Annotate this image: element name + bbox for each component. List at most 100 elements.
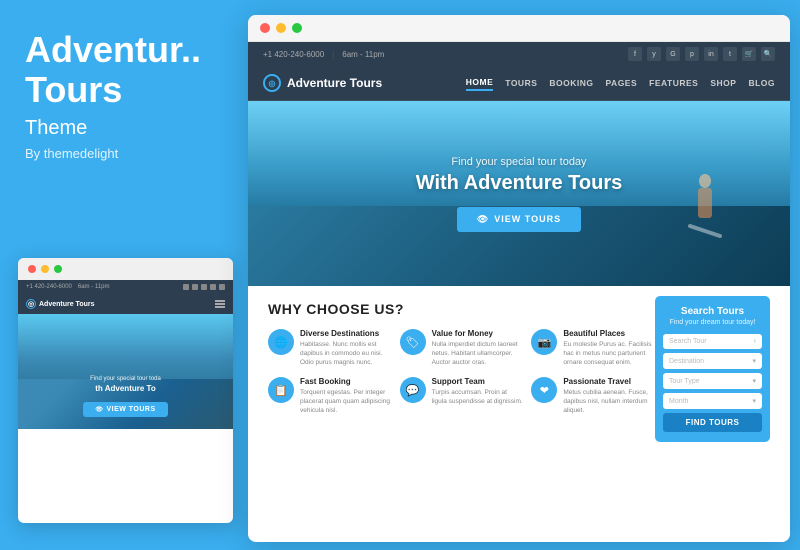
nav-pages[interactable]: PAGES [606, 76, 638, 90]
feature-name-2: Value for Money [432, 329, 524, 338]
mini-hours: 6am - 11pm [78, 284, 110, 290]
mini-social-p [210, 284, 216, 290]
feature-desc-2: Nulla imperdiet dictum laoreet netus. Ha… [432, 340, 524, 367]
cart-icon[interactable]: 🛒 [742, 47, 756, 61]
search-sidebar: Search Tours Find your dream tour today!… [655, 296, 770, 442]
site-logo-text: Adventure Tours [287, 76, 382, 90]
site-topbar-contact: +1 420-240-6000 | 6am - 11pm [263, 50, 384, 59]
feature-desc-6: Metus cubilia aenean. Fusce, dapibus nis… [563, 388, 655, 415]
find-tours-button[interactable]: FIND TOURS [663, 413, 762, 432]
search-tour-arrow: › [754, 338, 756, 345]
feature-diverse-destinations: 🌐 Diverse Destinations Habitasse. Nunc m… [268, 329, 392, 367]
feature-passionate-travel: ❤ Passionate Travel Metus cubilia aenean… [531, 377, 655, 415]
social-tumblr-icon[interactable]: t [723, 47, 737, 61]
left-panel: Adventur.. Tours Theme By themedelight +… [0, 0, 248, 550]
site-hero: Find your special tour today With Advent… [248, 101, 790, 286]
mini-hero-sub: Find your special tour toda [83, 376, 167, 382]
site-social-links: f y G p in t 🛒 🔍 [628, 47, 775, 61]
hero-text-container: Find your special tour today With Advent… [416, 156, 622, 232]
feature-beautiful-places: 📷 Beautiful Places Eu molestie Purus ac.… [531, 329, 655, 367]
nav-home[interactable]: HOME [466, 75, 494, 91]
nav-shop[interactable]: SHOP [710, 76, 736, 90]
social-facebook-icon[interactable]: f [628, 47, 642, 61]
support-team-icon: 💬 [400, 377, 426, 403]
social-twitter-icon[interactable]: y [647, 47, 661, 61]
tour-type-placeholder: Tour Type [669, 378, 700, 385]
theme-by: By themedelight [25, 146, 223, 161]
tour-type-field[interactable]: Tour Type ▾ [663, 373, 762, 389]
mini-maximize-dot [54, 265, 62, 273]
mini-minimize-dot [41, 265, 49, 273]
search-box-title: Search Tours [663, 306, 762, 317]
feature-name-3: Beautiful Places [563, 329, 655, 338]
month-arrow: ▾ [752, 397, 756, 405]
search-tours-box: Search Tours Find your dream tour today!… [655, 296, 770, 442]
site-logo-icon: ◎ [263, 74, 281, 92]
features-grid: 🌐 Diverse Destinations Habitasse. Nunc m… [268, 329, 655, 416]
feature-value-money: 🏷 Value for Money Nulla imperdiet dictum… [400, 329, 524, 367]
feature-desc-4: Torquent egestas. Per integer placerat q… [300, 388, 392, 415]
mini-view-tours-button[interactable]: VIEW TOURS [83, 402, 167, 417]
social-google-icon[interactable]: G [666, 47, 680, 61]
mini-social-t [219, 284, 225, 290]
mini-phone: +1 420-240-6000 [26, 284, 72, 290]
main-minimize-dot[interactable] [276, 23, 286, 33]
hero-view-tours-button[interactable]: 👁 VIEW TOURS [457, 207, 581, 232]
hero-subtext: Find your special tour today [416, 156, 622, 168]
site-nav-links: HOME TOURS BOOKING PAGES FEATURES SHOP B… [466, 75, 775, 91]
mini-topbar: +1 420-240-6000 6am - 11pm [18, 280, 233, 294]
social-pinterest-icon[interactable]: p [685, 47, 699, 61]
destination-placeholder: Destination [669, 358, 704, 365]
search-icon[interactable]: 🔍 [761, 47, 775, 61]
mini-social-f [183, 284, 189, 290]
month-placeholder: Month [669, 398, 688, 405]
feature-name-6: Passionate Travel [563, 377, 655, 386]
features-left: WHY CHOOSE US? 🌐 Diverse Destinations Ha… [268, 301, 655, 416]
main-maximize-dot[interactable] [292, 23, 302, 33]
feature-name-4: Fast Booking [300, 377, 392, 386]
mini-social-g [201, 284, 207, 290]
mini-topbar-left: +1 420-240-6000 6am - 11pm [26, 284, 109, 290]
feature-name-1: Diverse Destinations [300, 329, 392, 338]
mini-hero-main: th Adventure To [83, 384, 167, 393]
feature-support-team: 💬 Support Team Turpis accumsan. Proin at… [400, 377, 524, 415]
theme-title: Adventur.. Tours [25, 30, 223, 109]
site-nav: ◎ Adventure Tours HOME TOURS BOOKING PAG… [248, 66, 790, 101]
feature-desc-3: Eu molestie Purus ac. Facilisis hac in m… [563, 340, 655, 367]
beautiful-places-icon: 📷 [531, 329, 557, 355]
site-phone: +1 420-240-6000 [263, 50, 324, 59]
mini-hero-text: Find your special tour toda th Adventure… [83, 376, 167, 417]
features-section: WHY CHOOSE US? 🌐 Diverse Destinations Ha… [248, 286, 790, 452]
mini-browser-preview: +1 420-240-6000 6am - 11pm ◎ Adventure T… [18, 258, 233, 523]
nav-booking[interactable]: BOOKING [549, 76, 593, 90]
hero-maintext: With Adventure Tours [416, 172, 622, 195]
feature-name-5: Support Team [432, 377, 524, 386]
feature-fast-booking: 📋 Fast Booking Torquent egestas. Per int… [268, 377, 392, 415]
features-title: WHY CHOOSE US? [268, 301, 655, 317]
destination-arrow: ▾ [752, 357, 756, 365]
mini-logo: ◎ Adventure Tours [26, 299, 95, 309]
main-close-dot[interactable] [260, 23, 270, 33]
diverse-destinations-icon: 🌐 [268, 329, 294, 355]
destination-field[interactable]: Destination ▾ [663, 353, 762, 369]
main-browser: +1 420-240-6000 | 6am - 11pm f y G p in … [248, 15, 790, 542]
nav-tours[interactable]: TOURS [505, 76, 537, 90]
mini-close-dot [28, 265, 36, 273]
site-hours: 6am - 11pm [342, 50, 384, 59]
fast-booking-icon: 📋 [268, 377, 294, 403]
mini-logo-icon: ◎ [26, 299, 36, 309]
hero-surfer-figure [680, 171, 730, 271]
passionate-travel-icon: ❤ [531, 377, 557, 403]
tour-type-arrow: ▾ [752, 377, 756, 385]
site-logo: ◎ Adventure Tours [263, 74, 382, 92]
mini-hero: Find your special tour toda th Adventure… [18, 314, 233, 429]
nav-features[interactable]: FEATURES [649, 76, 698, 90]
hero-btn-label: VIEW TOURS [494, 214, 561, 224]
mini-hamburger-icon[interactable] [215, 300, 225, 308]
nav-blog[interactable]: BLOG [748, 76, 775, 90]
search-tour-field[interactable]: Search Tour › [663, 334, 762, 349]
month-field[interactable]: Month ▾ [663, 393, 762, 409]
social-instagram-icon[interactable]: in [704, 47, 718, 61]
value-money-icon: 🏷 [400, 329, 426, 355]
mini-social-y [192, 284, 198, 290]
